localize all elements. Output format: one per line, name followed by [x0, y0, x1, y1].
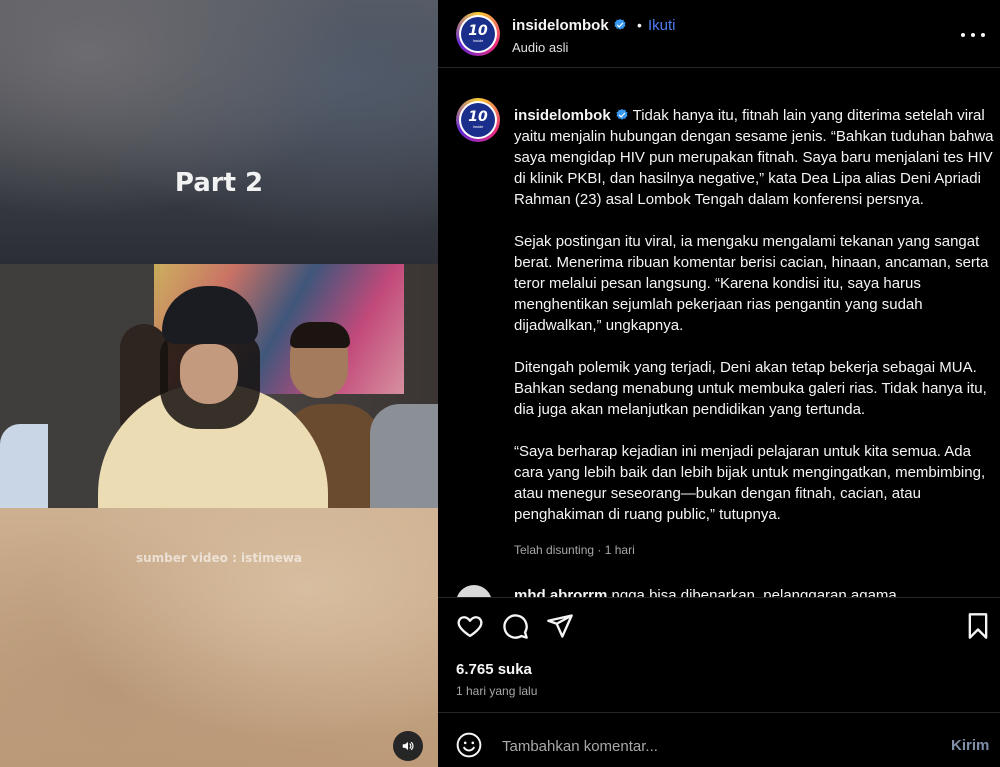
follow-button[interactable]: Ikuti	[648, 17, 676, 34]
smiley-icon	[456, 732, 482, 758]
divider	[438, 712, 1000, 713]
verified-badge-icon	[616, 108, 628, 120]
post-caption: insidelombok Tidak hanya itu, fitnah lai…	[514, 105, 994, 546]
comments-scroll-area[interactable]: 10 Inside insidelombok Tidak hanya itu, …	[438, 69, 1000, 597]
bookmark-icon	[968, 613, 988, 639]
media-video-frame	[0, 264, 438, 508]
avatar[interactable]: 10 Inside	[456, 12, 500, 56]
header-username-link[interactable]: insidelombok	[512, 17, 627, 34]
caption-username-link[interactable]: insidelombok	[514, 107, 611, 124]
speaker-icon	[402, 741, 414, 751]
heart-icon	[457, 616, 483, 638]
post-header: 10 Inside insidelombok • Ikuti Audio asl…	[438, 0, 1000, 68]
caption-paragraph: Sejak postingan itu viral, ia mengaku me…	[514, 233, 989, 334]
post-timestamp[interactable]: 1 hari yang lalu	[456, 684, 537, 698]
like-count[interactable]: 6.765 suka	[456, 661, 532, 678]
media-blurred-top	[0, 0, 438, 264]
post-detail-panel: 10 Inside insidelombok • Ikuti Audio asl…	[438, 0, 1000, 767]
paper-plane-icon	[547, 614, 573, 638]
comment-button[interactable]	[501, 612, 531, 642]
caption-meta: Telah disunting · 1 hari	[514, 543, 635, 557]
emoji-button[interactable]	[456, 732, 484, 760]
media-source-caption: sumber video : istimewa	[135, 551, 302, 565]
like-button[interactable]	[456, 612, 486, 642]
caption-avatar[interactable]: 10 Inside	[456, 98, 500, 142]
comment-item: mhd.abrorrm ngga bisa dibenarkan, pelang…	[514, 587, 897, 597]
divider	[438, 597, 1000, 598]
media-blurred-bottom	[0, 508, 438, 767]
share-button[interactable]	[546, 612, 576, 642]
comment-username-link[interactable]: mhd.abrorrm	[514, 587, 607, 597]
media-overlay-title: Part 2	[174, 168, 264, 198]
sound-toggle-button[interactable]	[393, 731, 423, 761]
save-button[interactable]	[964, 612, 994, 642]
action-bar	[438, 612, 1000, 644]
caption-paragraph: “Saya berharap kejadian ini menjadi pela…	[514, 443, 986, 523]
audio-link[interactable]: Audio asli	[512, 40, 568, 55]
header-separator: •	[637, 17, 642, 33]
comment-bubble-icon	[503, 614, 528, 639]
comment-input[interactable]	[502, 735, 922, 757]
comment-text: ngga bisa dibenarkan, pelanggaran agama	[611, 587, 897, 597]
caption-paragraph: Ditengah polemik yang terjadi, Deni akan…	[514, 359, 987, 418]
post-comment-button[interactable]: Kirim	[951, 737, 989, 754]
more-options-button[interactable]	[960, 25, 986, 45]
comment-avatar[interactable]	[456, 585, 492, 597]
post-media[interactable]: Part 2 sumber video : istimewa	[0, 0, 438, 767]
more-dots-icon	[961, 33, 965, 37]
verified-badge-icon	[614, 18, 626, 30]
